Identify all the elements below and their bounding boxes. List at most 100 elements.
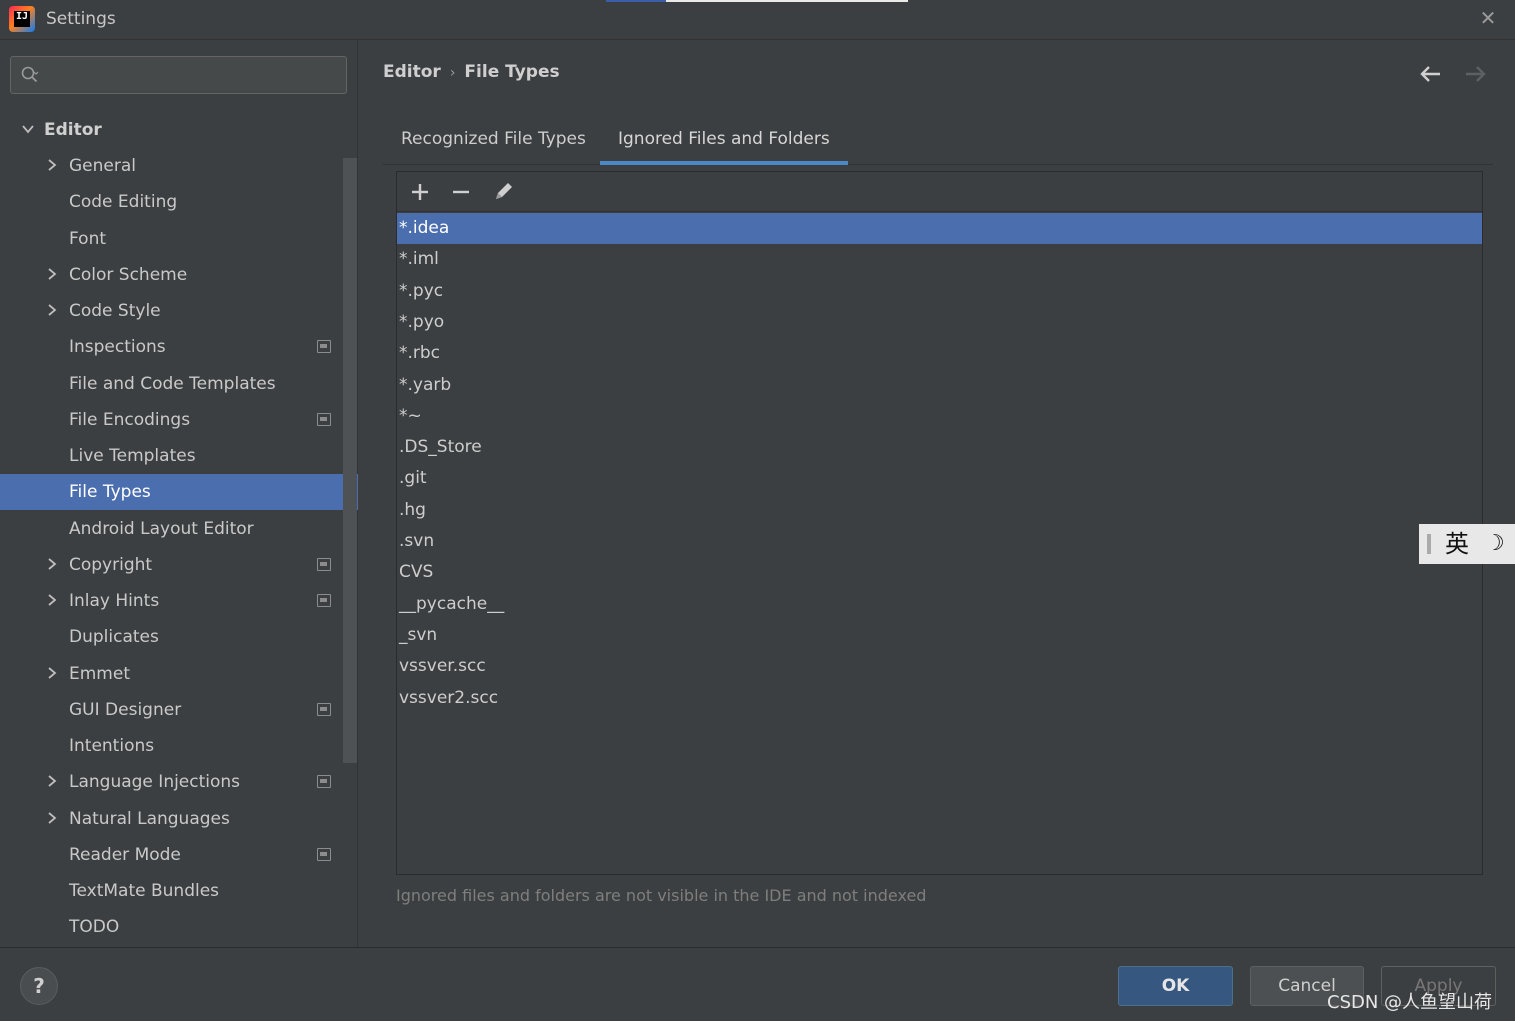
sidebar-item-code-style[interactable]: Code Style bbox=[0, 293, 358, 329]
ime-language-label[interactable]: 英 bbox=[1445, 524, 1469, 564]
sidebar-item-label: General bbox=[69, 156, 136, 176]
chevron-right-icon[interactable] bbox=[45, 158, 59, 172]
chevron-right-icon[interactable] bbox=[45, 666, 59, 680]
list-item[interactable]: *.idea bbox=[397, 213, 1482, 244]
list-item[interactable]: *.pyo bbox=[397, 307, 1482, 338]
sidebar-item-label: Reader Mode bbox=[69, 844, 181, 865]
list-item[interactable]: CVS bbox=[397, 557, 1482, 588]
sidebar-item-emmet[interactable]: Emmet bbox=[0, 656, 358, 692]
settings-sidebar: Editor General Code Editing Font Color Schem… bbox=[0, 40, 358, 947]
sidebar-item-intentions[interactable]: Intentions bbox=[0, 728, 358, 764]
list-item[interactable]: *.yarb bbox=[397, 370, 1482, 401]
list-item[interactable]: vssver.scc bbox=[397, 651, 1482, 682]
minus-icon[interactable] bbox=[448, 180, 474, 204]
list-item[interactable]: *.iml bbox=[397, 244, 1482, 275]
help-button[interactable]: ? bbox=[20, 967, 58, 1005]
breadcrumb-parent[interactable]: Editor bbox=[383, 62, 441, 82]
settings-content: Editor › File Types Recognized File Types … bbox=[359, 40, 1515, 947]
forward-arrow-icon[interactable] bbox=[1462, 62, 1488, 86]
taskbar-strip bbox=[606, 0, 908, 2]
ime-status-widget[interactable]: 英 ☽ bbox=[1419, 524, 1515, 564]
project-scope-icon bbox=[317, 412, 331, 426]
sidebar-item-textmate-bundles[interactable]: TextMate Bundles bbox=[0, 873, 358, 909]
list-item[interactable]: .DS_Store bbox=[397, 432, 1482, 463]
csdn-watermark: CSDN @人鱼望山荷 bbox=[1327, 992, 1493, 1013]
list-item[interactable]: _svn bbox=[397, 620, 1482, 651]
ignored-list-panel: *.idea *.iml *.pyc *.pyo *.rbc *.yarb *~ .DS_St… bbox=[396, 171, 1483, 875]
list-item[interactable]: vssver2.scc bbox=[397, 683, 1482, 714]
sidebar-item-natural-languages[interactable]: Natural Languages bbox=[0, 801, 358, 837]
project-scope-icon bbox=[317, 557, 331, 571]
list-item[interactable]: .svn bbox=[397, 526, 1482, 557]
chevron-down-icon[interactable] bbox=[21, 122, 35, 136]
sidebar-item-label: Color Scheme bbox=[69, 264, 188, 285]
sidebar-item-general[interactable]: General bbox=[0, 148, 358, 184]
sidebar-item-label: Code Style bbox=[69, 301, 161, 321]
list-item[interactable]: *.rbc bbox=[397, 338, 1482, 369]
sidebar-item-language-injections[interactable]: Language Injections bbox=[0, 764, 358, 800]
search-icon bbox=[21, 66, 39, 83]
tree-node-label: Editor bbox=[44, 120, 102, 140]
chevron-right-icon[interactable] bbox=[45, 593, 59, 607]
ignored-hint-text: Ignored files and folders are not visibl… bbox=[396, 886, 927, 905]
project-scope-icon bbox=[317, 594, 331, 607]
project-scope-icon bbox=[317, 340, 331, 354]
ok-button[interactable]: OK bbox=[1118, 966, 1233, 1006]
file-types-tabs: Recognized File Types Ignored Files and … bbox=[383, 116, 1493, 165]
close-icon[interactable]: ✕ bbox=[1476, 6, 1500, 30]
breadcrumb-current: File Types bbox=[464, 62, 560, 82]
sidebar-item-label: Natural Languages bbox=[69, 808, 230, 829]
sidebar-item-label: Inspections bbox=[69, 337, 166, 358]
sidebar-item-file-and-code-templates[interactable]: File and Code Templates bbox=[0, 366, 358, 402]
sidebar-item-label: TODO bbox=[69, 917, 120, 938]
breadcrumb: Editor › File Types bbox=[383, 62, 560, 82]
moon-icon[interactable]: ☽ bbox=[1485, 524, 1505, 564]
sidebar-item-gui-designer[interactable]: GUI Designer bbox=[0, 692, 358, 728]
pencil-icon[interactable] bbox=[491, 180, 517, 204]
sidebar-item-color-scheme[interactable]: Color Scheme bbox=[0, 257, 358, 293]
list-item[interactable]: *~ bbox=[397, 401, 1482, 432]
sidebar-item-label: TextMate Bundles bbox=[69, 881, 220, 901]
list-item[interactable]: *.pyc bbox=[397, 276, 1482, 307]
tab-ignored-files-and-folders[interactable]: Ignored Files and Folders bbox=[600, 116, 848, 165]
sidebar-item-label: Android Layout Editor bbox=[69, 518, 254, 539]
project-scope-icon bbox=[317, 702, 331, 716]
sidebar-item-live-templates[interactable]: Live Templates bbox=[0, 438, 358, 474]
search-input[interactable] bbox=[51, 63, 341, 87]
sidebar-item-label: Inlay Hints bbox=[69, 591, 160, 611]
chevron-right-icon[interactable] bbox=[45, 774, 59, 788]
sidebar-item-copyright[interactable]: Copyright bbox=[0, 547, 358, 583]
sidebar-item-label: Emmet bbox=[69, 663, 130, 684]
back-arrow-icon[interactable] bbox=[1418, 62, 1444, 86]
sidebar-item-font[interactable]: Font bbox=[0, 221, 358, 257]
sidebar-scrollbar[interactable] bbox=[343, 158, 357, 763]
sidebar-item-android-layout-editor[interactable]: Android Layout Editor bbox=[0, 511, 358, 547]
sidebar-item-file-types[interactable]: File Types bbox=[0, 474, 358, 511]
chevron-right-icon[interactable] bbox=[45, 267, 59, 281]
sidebar-item-file-encodings[interactable]: File Encodings bbox=[0, 402, 358, 438]
sidebar-item-label: Copyright bbox=[69, 554, 153, 575]
ime-grip-handle[interactable] bbox=[1427, 534, 1431, 554]
list-item[interactable]: .hg bbox=[397, 495, 1482, 526]
intellij-app-icon: IJ bbox=[9, 6, 35, 32]
chevron-right-icon[interactable] bbox=[45, 811, 59, 825]
sidebar-item-code-editing[interactable]: Code Editing bbox=[0, 184, 358, 220]
sidebar-item-label: File Types bbox=[69, 482, 151, 503]
sidebar-item-reader-mode[interactable]: Reader Mode bbox=[0, 837, 358, 873]
plus-icon[interactable] bbox=[407, 180, 433, 204]
chevron-right-icon[interactable] bbox=[45, 303, 59, 317]
sidebar-item-todo[interactable]: TODO bbox=[0, 909, 358, 945]
app-icon-text: IJ bbox=[16, 11, 29, 22]
tree-node-editor[interactable]: Editor bbox=[0, 112, 358, 148]
list-item[interactable]: __pycache__ bbox=[397, 589, 1482, 620]
tab-recognized-file-types[interactable]: Recognized File Types bbox=[383, 116, 604, 165]
sidebar-item-label: File Encodings bbox=[69, 409, 191, 430]
settings-search-field[interactable] bbox=[10, 56, 347, 94]
project-scope-icon bbox=[317, 775, 331, 789]
sidebar-item-inspections[interactable]: Inspections bbox=[0, 329, 358, 365]
sidebar-item-label: Code Editing bbox=[69, 192, 178, 213]
sidebar-item-inlay-hints[interactable]: Inlay Hints bbox=[0, 583, 358, 619]
chevron-right-icon[interactable] bbox=[45, 557, 59, 571]
list-item[interactable]: .git bbox=[397, 463, 1482, 494]
sidebar-item-duplicates[interactable]: Duplicates bbox=[0, 619, 358, 655]
